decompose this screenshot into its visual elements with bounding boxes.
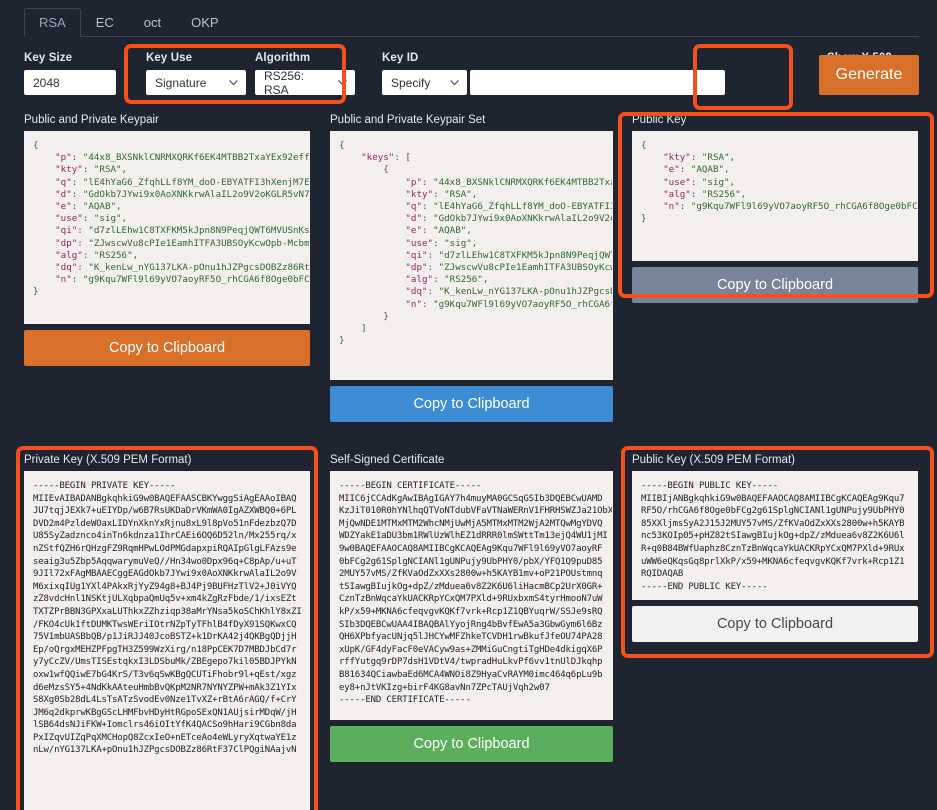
- tab-rsa[interactable]: RSA: [24, 8, 81, 37]
- panel-title: Public and Private Keypair Set: [330, 114, 486, 126]
- copy-keypair-set-button[interactable]: Copy to Clipboard: [330, 386, 613, 422]
- key-use-label: Key Use: [146, 52, 193, 64]
- panel-title: Public and Private Keypair: [24, 114, 159, 126]
- copy-public-key-button[interactable]: Copy to Clipboard: [632, 267, 918, 303]
- panel-title: Public Key: [632, 114, 687, 126]
- tab-ec[interactable]: EC: [81, 8, 129, 37]
- tab-okp[interactable]: OKP: [176, 8, 233, 37]
- panel-public-key-pem: Public Key (X.509 PEM Format) -----BEGIN…: [632, 454, 918, 642]
- key-options-form: Key Size 2048 Key Use Signature Algorith…: [24, 52, 919, 102]
- key-id-label: Key ID: [382, 52, 419, 64]
- key-type-tabbar: RSA EC oct OKP: [24, 8, 919, 37]
- keypair-set-json[interactable]: { "keys": [ { "p": "44x8_BXSNklCNRMXQRKf…: [330, 131, 613, 380]
- key-id-mode-select[interactable]: Specify: [382, 70, 467, 95]
- algorithm-select[interactable]: RS256: RSA: [255, 68, 355, 97]
- generate-button[interactable]: Generate: [819, 55, 919, 95]
- key-id-mode-value: Specify: [391, 75, 431, 90]
- key-id-controls: Specify: [382, 70, 725, 95]
- panel-private-key-pem: Private Key (X.509 PEM Format) -----BEGI…: [24, 454, 310, 810]
- algorithm-field: Algorithm RS256: RSA: [255, 52, 355, 97]
- copy-keypair-button[interactable]: Copy to Clipboard: [24, 330, 310, 366]
- public-key-pem-text[interactable]: -----BEGIN PUBLIC KEY----- MIIBIjANBgkqh…: [632, 471, 918, 600]
- key-size-input[interactable]: 2048: [24, 70, 116, 95]
- panel-title: Self-Signed Certificate: [330, 454, 445, 466]
- panel-title: Private Key (X.509 PEM Format): [24, 454, 192, 466]
- key-size-label: Key Size: [24, 52, 73, 64]
- algorithm-label: Algorithm: [255, 52, 311, 64]
- panel-self-signed-certificate: Self-Signed Certificate -----BEGIN CERTI…: [330, 454, 613, 762]
- tab-oct[interactable]: oct: [129, 8, 176, 37]
- jwk-generator-app: RSA EC oct OKP Key Size 2048 Key Use Sig…: [0, 0, 937, 810]
- public-key-json[interactable]: { "kty": "RSA", "e": "AQAB", "use": "sig…: [632, 131, 918, 261]
- private-key-pem-text[interactable]: -----BEGIN PRIVATE KEY----- MIIEvAIBADAN…: [24, 471, 310, 810]
- key-id-field: Key ID Specify: [382, 52, 725, 95]
- copy-certificate-button[interactable]: Copy to Clipboard: [330, 726, 613, 762]
- panel-public-private-keypair-set: Public and Private Keypair Set { "keys":…: [330, 114, 613, 422]
- chevron-down-icon: [449, 77, 460, 88]
- panel-public-private-keypair: Public and Private Keypair { "p": "44x8_…: [24, 114, 310, 366]
- key-size-field: Key Size 2048: [24, 52, 116, 95]
- algorithm-value: RS256: RSA: [264, 68, 305, 97]
- key-use-value: Signature: [155, 75, 207, 90]
- panel-public-key: Public Key { "kty": "RSA", "e": "AQAB", …: [632, 114, 918, 303]
- keypair-json[interactable]: { "p": "44x8_BXSNklCNRMXQRKf6EK4MTBB2Txa…: [24, 131, 310, 324]
- key-id-input[interactable]: [470, 70, 725, 95]
- chevron-down-icon: [337, 77, 348, 88]
- key-use-field: Key Use Signature: [146, 52, 246, 95]
- certificate-pem-text[interactable]: -----BEGIN CERTIFICATE----- MIIC6jCCAdKg…: [330, 471, 613, 720]
- copy-public-key-pem-button[interactable]: Copy to Clipboard: [632, 606, 918, 642]
- panel-title: Public Key (X.509 PEM Format): [632, 454, 795, 466]
- chevron-down-icon: [228, 77, 239, 88]
- key-use-select[interactable]: Signature: [146, 70, 246, 95]
